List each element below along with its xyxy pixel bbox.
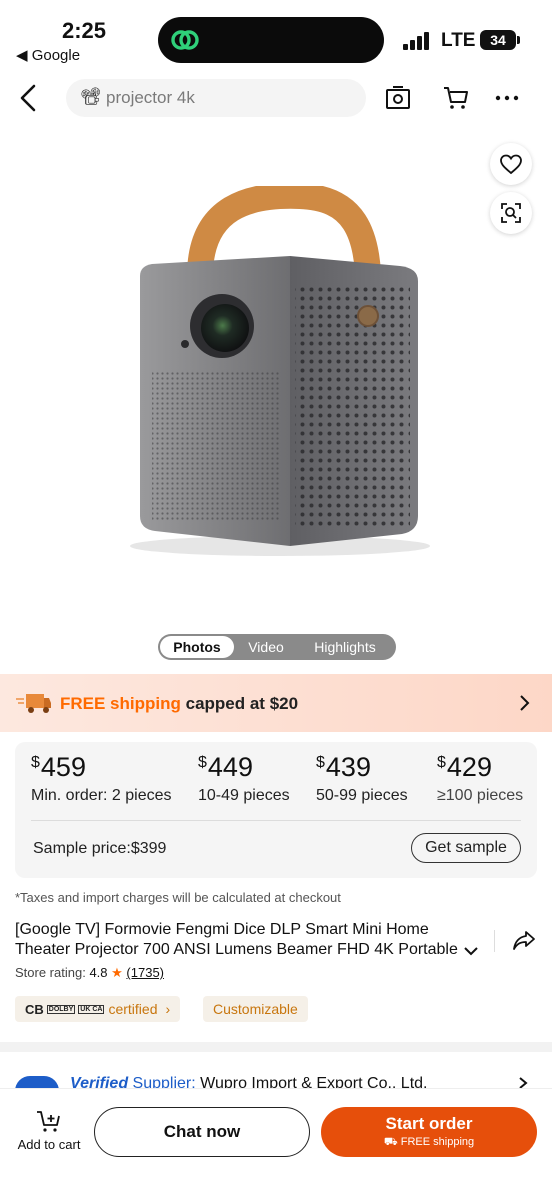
chevron-right-icon — [520, 695, 530, 711]
delivery-truck-icon — [16, 694, 51, 713]
heart-icon — [500, 154, 522, 175]
shipping-cap-label: capped at $20 — [180, 694, 299, 713]
tab-video[interactable]: Video — [238, 636, 294, 658]
add-to-cart-label: Add to cart — [17, 1137, 81, 1152]
dynamic-island — [158, 17, 384, 63]
chevron-right-icon: › — [165, 1001, 171, 1017]
more-icon[interactable] — [494, 84, 522, 112]
product-title: [Google TV] Formovie Fengmi Dice DLP Sma… — [15, 921, 458, 958]
price-tier: $429 ≥100 pieces — [437, 752, 523, 805]
bottom-action-bar: Add to cart Chat now Start order ⛟ FREE … — [0, 1088, 552, 1199]
media-tab-switcher: Photos Video Highlights — [158, 634, 396, 660]
status-time: 2:25 — [62, 18, 107, 43]
back-to-google-link[interactable]: ◀ Google — [16, 46, 80, 64]
cert-logos: CB DOLBY UK CA — [25, 1001, 105, 1017]
divider — [494, 930, 495, 952]
tier-price: $439 — [316, 752, 371, 782]
divider — [31, 820, 521, 821]
tab-photos[interactable]: Photos — [160, 636, 234, 658]
ukca-cert-icon: UK CA — [78, 1004, 105, 1014]
star-icon: ★ — [111, 965, 123, 980]
price-tier: $459 Min. order: 2 pieces — [31, 752, 172, 805]
rating-count-link[interactable]: (1735) — [126, 965, 164, 980]
tier-price: $459 — [31, 752, 86, 782]
tier-quantity: Min. order: 2 pieces — [31, 787, 172, 804]
search-query: projector 4k — [106, 88, 195, 107]
chat-now-button[interactable]: Chat now — [94, 1107, 310, 1157]
scan-search-icon — [501, 203, 521, 223]
top-nav: 📽 projector 4k — [0, 70, 552, 126]
free-shipping-note: ⛟ FREE shipping — [383, 1136, 475, 1148]
start-order-label: Start order — [385, 1114, 473, 1133]
store-rating: Store rating: 4.8 ★ (1735) — [15, 965, 164, 981]
section-divider — [0, 1042, 552, 1052]
start-order-button[interactable]: Start order ⛟ FREE shipping — [321, 1107, 537, 1157]
back-arrow-icon[interactable] — [14, 82, 42, 114]
customizable-badge: Customizable — [203, 996, 308, 1022]
projector-emoji-icon: 📽 — [80, 87, 102, 106]
rating-label: Store rating: — [15, 965, 90, 980]
status-bar: 2:25 ◀ Google LTE 34 — [0, 0, 552, 70]
tier-quantity: 50-99 pieces — [316, 787, 408, 804]
add-to-cart-button[interactable]: Add to cart — [10, 1109, 88, 1152]
rating-value: 4.8 — [89, 965, 108, 980]
favorite-button[interactable] — [490, 143, 532, 185]
camera-search-icon[interactable] — [384, 84, 412, 112]
shipping-text: FREE shipping capped at $20 — [60, 694, 298, 714]
tier-quantity: 10-49 pieces — [198, 787, 290, 804]
shipping-banner[interactable]: FREE shipping capped at $20 — [0, 674, 552, 732]
add-cart-icon — [37, 1111, 60, 1132]
battery-tip — [517, 36, 520, 44]
cb-cert-icon: CB — [25, 1001, 44, 1017]
network-type: LTE — [441, 30, 476, 51]
sample-price: Sample price:$399 — [33, 840, 167, 857]
free-shipping-label: FREE shipping — [60, 694, 181, 713]
cart-icon[interactable] — [442, 84, 470, 112]
battery-icon: 34 — [480, 30, 516, 50]
product-gallery[interactable]: Photos Video Highlights — [0, 126, 552, 674]
dolby-cert-icon: DOLBY — [46, 1004, 76, 1014]
price-tier: $439 50-99 pieces — [316, 752, 408, 805]
signal-icon — [403, 32, 431, 50]
search-bar[interactable]: 📽 projector 4k — [66, 79, 366, 117]
link-rings-icon — [171, 30, 199, 50]
certification-badge[interactable]: CB DOLBY UK CA certified › — [15, 996, 181, 1022]
tier-quantity: ≥100 pieces — [437, 787, 524, 804]
tab-highlights[interactable]: Highlights — [298, 636, 392, 658]
tier-price: $449 — [198, 752, 253, 782]
price-tier: $449 10-49 pieces — [198, 752, 290, 805]
tax-note: *Taxes and import charges will be calcul… — [15, 890, 341, 905]
share-icon[interactable] — [512, 928, 536, 952]
tier-price: $429 — [437, 752, 492, 782]
chevron-down-icon[interactable] — [462, 944, 480, 958]
projector-product-image — [130, 186, 430, 556]
image-search-button[interactable] — [490, 192, 532, 234]
certified-label: certified — [108, 1001, 158, 1017]
truck-icon: ⛟ — [383, 1136, 401, 1148]
price-tiers-card: $459 Min. order: 2 pieces $449 10-49 pie… — [15, 742, 537, 878]
get-sample-button[interactable]: Get sample — [411, 833, 521, 863]
